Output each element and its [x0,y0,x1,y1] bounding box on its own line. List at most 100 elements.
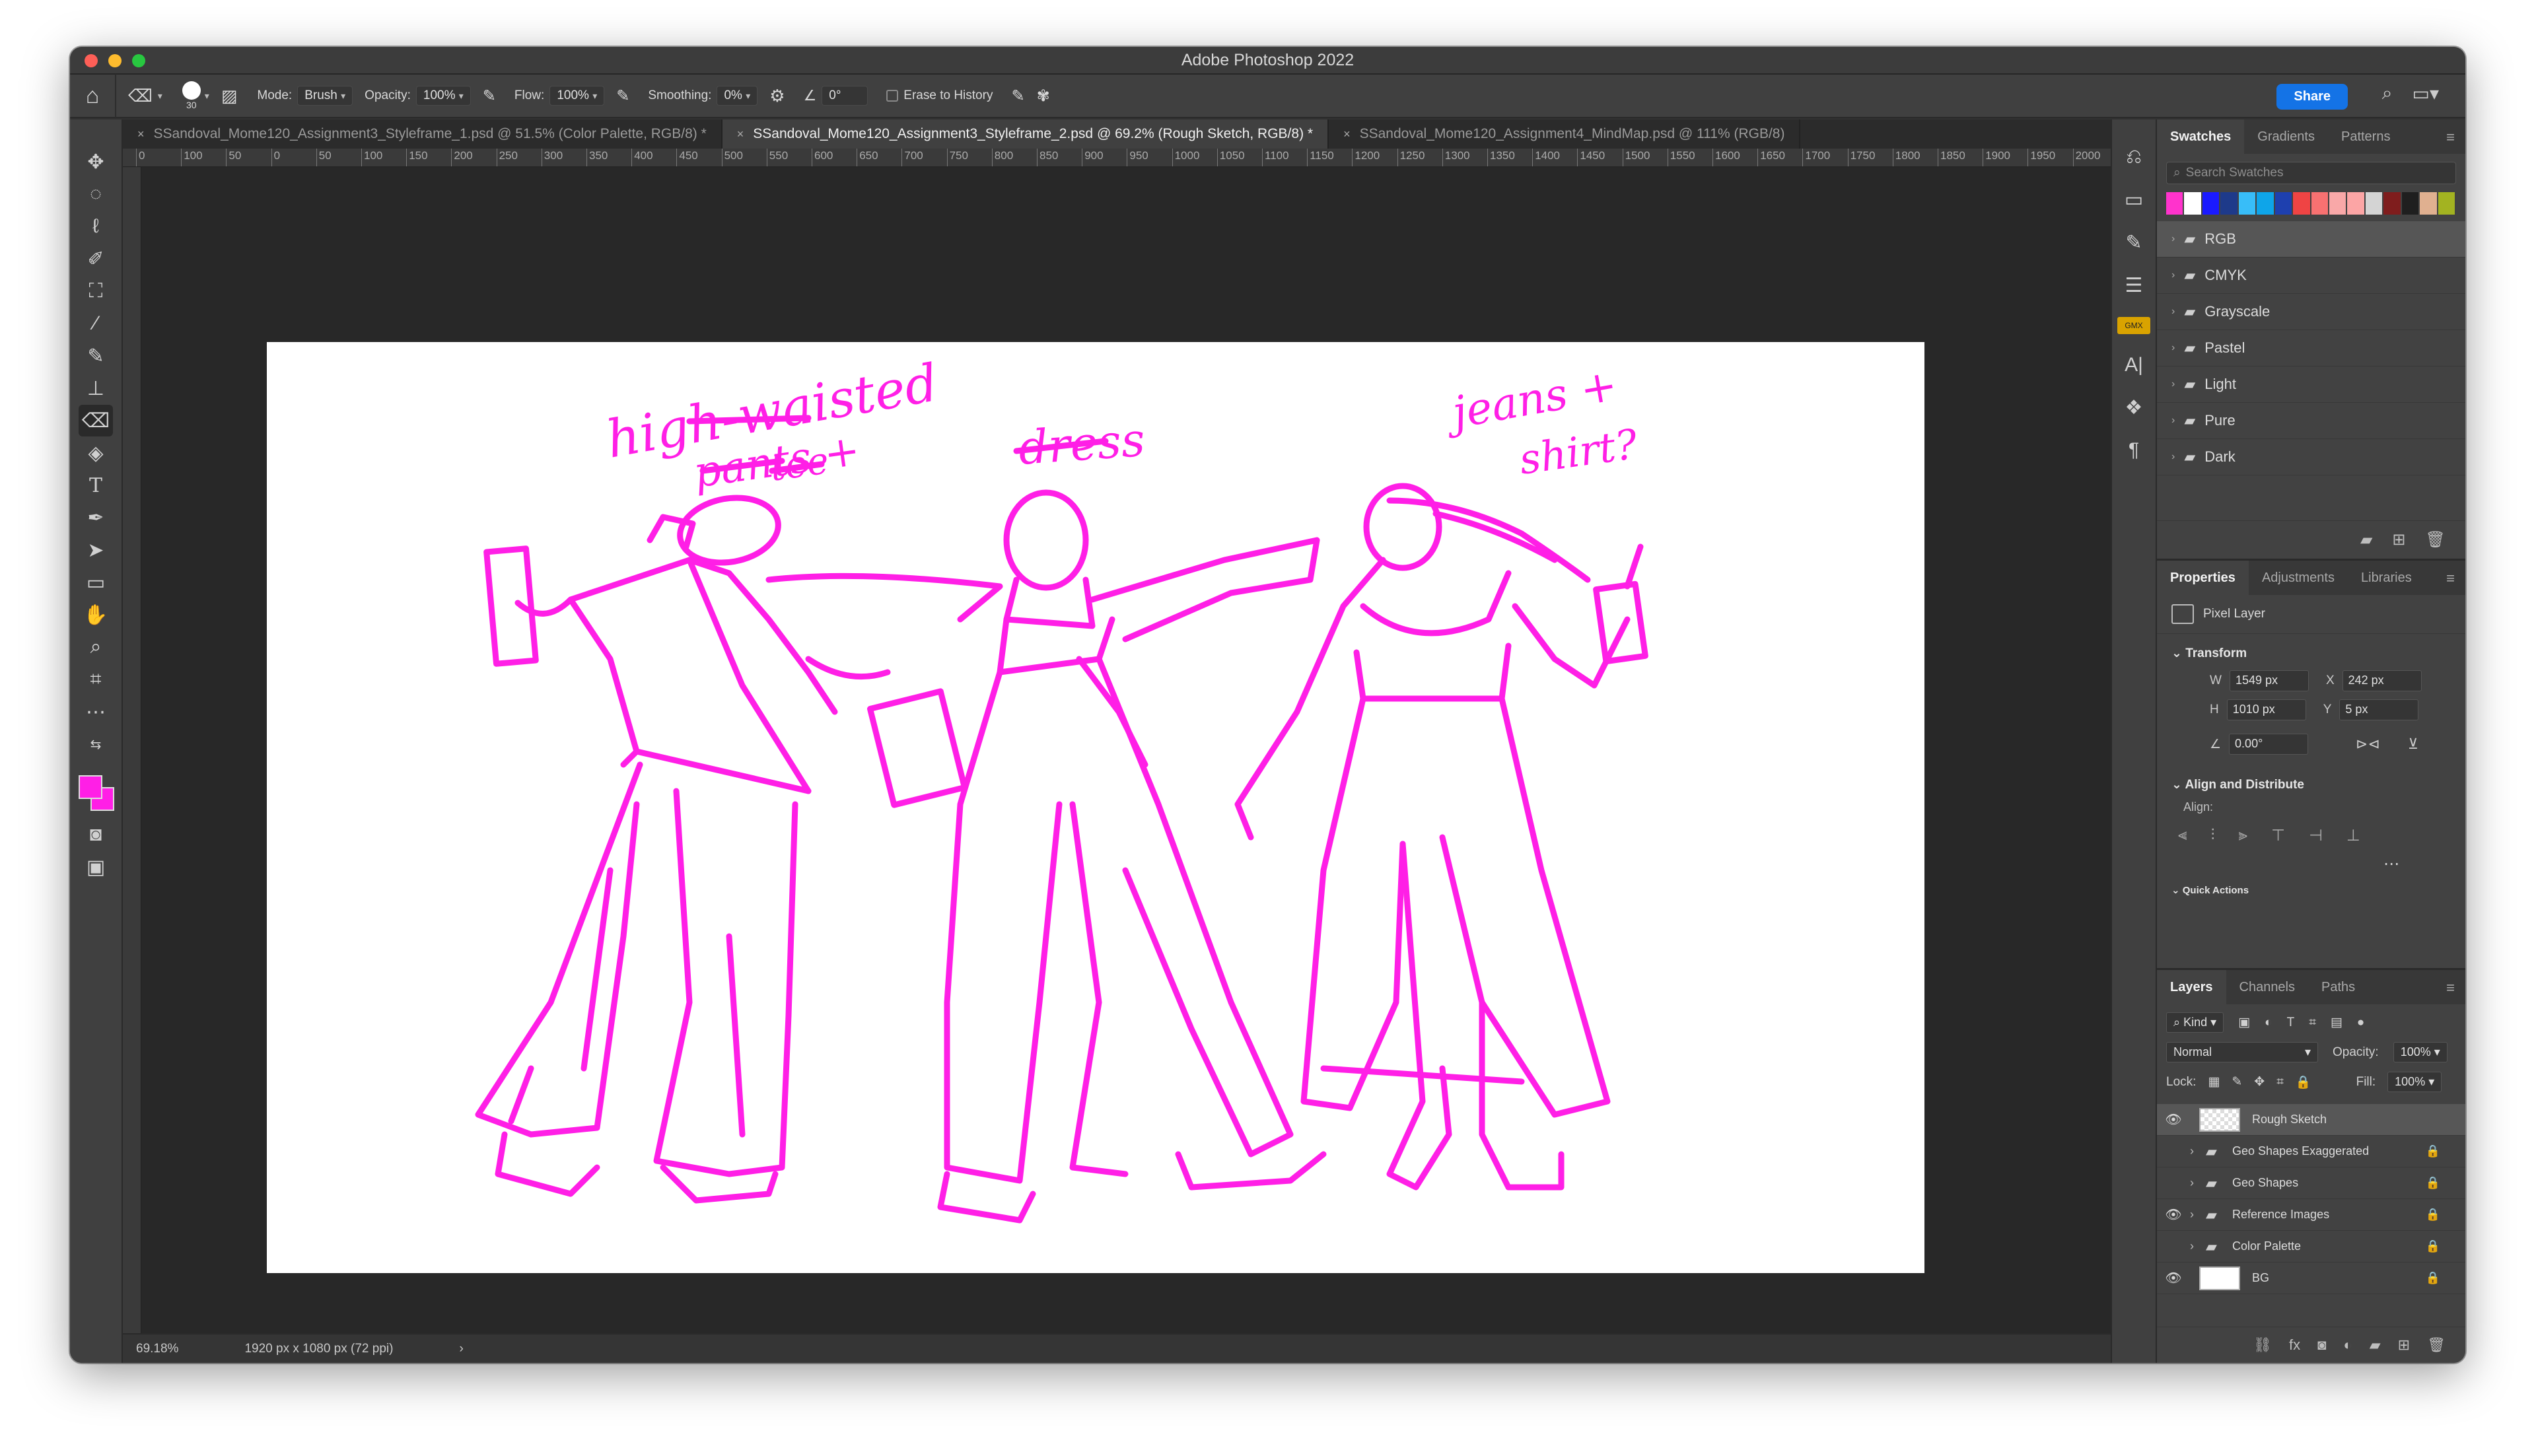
align-top-icon[interactable]: ⊤ [2271,826,2285,845]
height-field[interactable]: 1010 px [2226,699,2306,720]
marquee-tool-icon[interactable]: ◌ [79,178,113,210]
gradient-tool-icon[interactable]: ◈ [79,437,113,469]
brush-angle-field[interactable]: 0° [822,86,868,106]
chevron-right-icon[interactable]: › [2190,1176,2206,1190]
eraser-tool-icon[interactable]: ⌫ [79,405,113,436]
layer-row[interactable]: › ▰ Geo Shapes Exaggerated 🔒 [2157,1136,2465,1167]
layer-opacity-field[interactable]: 100% ▾ [2393,1042,2448,1062]
fill-field[interactable]: 100% ▾ [2387,1072,2442,1092]
trash-icon[interactable]: 🗑 [2427,1336,2446,1354]
color-swatch[interactable] [2383,192,2402,215]
color-swatch[interactable] [2365,192,2384,215]
filter-smart-object-icon[interactable]: ▤ [2331,1015,2342,1030]
layer-row[interactable]: › ▰ Geo Shapes 🔒 [2157,1167,2465,1199]
document-canvas[interactable]: high-waisted pants + tee dress jeans + s… [267,342,1924,1273]
new-group-folder-icon[interactable]: ▰ [2360,530,2372,549]
document-size[interactable]: 1920 px x 1080 px (72 ppi) [244,1342,393,1356]
quick-selection-tool-icon[interactable]: ✐ [79,243,113,275]
close-tab-icon[interactable]: × [737,127,744,141]
hand-tool-icon[interactable]: ✋ [79,599,113,631]
brush-size-picker[interactable]: 30 [182,81,201,110]
plugin-gmx-icon[interactable]: GMX [2117,317,2150,334]
screen-mode-icon[interactable]: ▣ [79,851,113,883]
chevron-right-icon[interactable]: › [2171,415,2175,427]
color-swatch[interactable] [2329,192,2348,215]
adjustment-layer-icon[interactable]: ◐ [2343,1336,2352,1354]
symmetry-button[interactable]: ✾ [1037,87,1050,106]
width-field[interactable]: 1549 px [2229,670,2309,691]
layer-style-fx-icon[interactable]: fx [2289,1336,2300,1354]
search-icon[interactable]: ⌕ [2382,83,2393,104]
quick-actions-section[interactable]: ⌄ Quick Actions [2157,874,2465,901]
align-middle-v-icon[interactable]: ⊣ [2309,826,2323,845]
visibility-eye-icon[interactable]: 👁 [2157,1270,2190,1286]
properties-panel-tab[interactable]: Properties [2157,561,2249,595]
opacity-field[interactable]: 100% ▾ [415,86,471,106]
link-layers-icon[interactable]: ⛓ [2253,1336,2272,1354]
align-section[interactable]: ⌄ Align and Distribute [2157,759,2465,798]
align-left-icon[interactable]: ⫷ [2178,826,2187,845]
layer-row[interactable]: 👁 › ▰ Reference Images 🔒 [2157,1199,2465,1231]
rectangle-tool-icon[interactable]: ▭ [79,567,113,598]
lasso-tool-icon[interactable]: ℓ [79,211,113,242]
zoom-tool-icon[interactable]: ⌕ [79,631,113,663]
canvas-area[interactable]: high-waisted pants + tee dress jeans + s… [141,167,2111,1333]
type-tool-icon[interactable]: T [79,469,113,501]
align-center-h-icon[interactable]: ⫶ [2211,826,2215,845]
eyedropper-tool-icon[interactable]: ⁄ [79,308,113,339]
lock-all-icon[interactable]: 🔒 [2296,1074,2311,1090]
color-swatch[interactable] [2274,192,2294,215]
angle-field[interactable]: 0.00° [2229,734,2309,755]
swatch-group[interactable]: › ▰ Dark [2157,439,2465,475]
history-icon[interactable]: ⎌ [2117,146,2150,168]
smoothing-options-gear-icon[interactable]: ⚙ [769,86,785,106]
close-tab-icon[interactable]: × [1343,127,1351,141]
filter-pixel-icon[interactable]: ▣ [2238,1015,2250,1030]
swatch-search[interactable]: ⌕ Search Swatches [2166,162,2456,184]
panel-menu-icon[interactable]: ≡ [2446,979,2455,996]
align-bottom-icon[interactable]: ⊥ [2346,826,2360,845]
airbrush-icon[interactable]: ✎ [616,87,629,106]
swap-colors-icon[interactable]: ⇆ [79,728,113,760]
layer-kind-filter[interactable]: ⌕ Kind ▾ [2166,1012,2224,1033]
more-align-options-icon[interactable]: ⋯ [2157,854,2465,874]
search-swatches-input[interactable]: Search Swatches [2186,166,2284,180]
layer-mask-icon[interactable]: ◙ [2317,1336,2326,1354]
maximize-window-button[interactable] [132,54,145,67]
brush-tool-icon[interactable]: ✎ [79,340,113,372]
color-swatch[interactable] [2420,192,2438,215]
document-tab[interactable]: × SSandoval_Mome120_Assignment3_Stylefram… [722,120,1329,149]
transform-section[interactable]: ⌄ Transform [2157,634,2465,666]
chevron-right-icon[interactable]: › [2171,306,2175,318]
lock-transparent-icon[interactable]: ▦ [2208,1074,2220,1090]
filter-shape-icon[interactable]: ⌗ [2309,1016,2316,1030]
character-icon[interactable]: A| [2117,354,2150,376]
glyphs-icon[interactable]: ❖ [2117,396,2150,419]
color-swatch[interactable] [2438,192,2456,215]
new-swatch-icon[interactable]: ⊞ [2392,530,2405,549]
comments-icon[interactable]: ▭ [2117,188,2150,211]
visibility-eye-icon[interactable]: 👁 [2157,1206,2190,1223]
color-swatch[interactable] [2401,192,2420,215]
layer-row[interactable]: 👁 Rough Sketch [2157,1104,2465,1136]
close-window-button[interactable] [85,54,98,67]
swatches-panel-tab[interactable]: Gradients [2244,120,2328,154]
stamp-tool-icon[interactable]: ⊥ [79,372,113,404]
filter-adjustment-icon[interactable]: ◐ [2265,1016,2272,1030]
color-swatch[interactable] [2293,192,2311,215]
chevron-right-icon[interactable]: › [2171,269,2175,281]
swatches-panel-tab[interactable]: Patterns [2328,120,2403,154]
erase-to-history-option[interactable]: Erase to History [886,88,993,103]
swatch-group[interactable]: › ▰ Pure [2157,403,2465,439]
color-swatch[interactable] [2238,192,2257,215]
status-arrow-icon[interactable]: › [459,1342,463,1356]
flip-horizontal-icon[interactable]: ⊳⊲ [2356,736,2380,753]
lock-artboard-icon[interactable]: ⌗ [2276,1075,2284,1090]
color-swatch[interactable] [2257,192,2275,215]
mode-dropdown[interactable]: Brush ▾ [297,86,353,106]
swatches-panel-tab[interactable]: Swatches [2157,120,2245,154]
swatch-group[interactable]: › ▰ CMYK [2157,258,2465,294]
color-swatch[interactable] [2184,192,2202,215]
flip-vertical-icon[interactable]: ⊻ [2408,736,2418,753]
chevron-right-icon[interactable]: › [2171,233,2175,245]
